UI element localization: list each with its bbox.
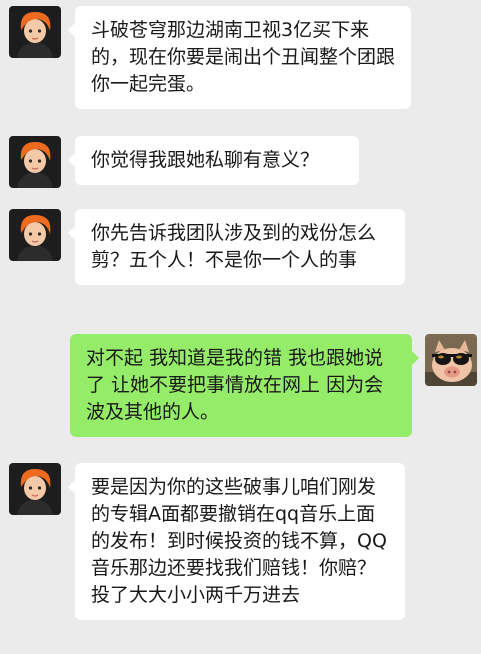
pig-with-sunglasses-avatar-icon[interactable] bbox=[425, 334, 477, 386]
orange-hair-girl-avatar-icon[interactable] bbox=[9, 463, 61, 515]
message-bubble-outgoing[interactable]: 对不起 我知道是我的错 我也跟她说了 让她不要把事情放在网上 因为会波及其他的人… bbox=[70, 334, 419, 437]
message-bubble-incoming[interactable]: 你先告诉我团队涉及到的戏份怎么剪？五个人！不是你一个人的事 bbox=[68, 209, 405, 285]
message-bubble-incoming[interactable]: 你觉得我跟她私聊有意义？ bbox=[68, 136, 359, 185]
orange-hair-girl-avatar-icon[interactable] bbox=[9, 136, 61, 188]
orange-hair-girl-avatar-icon[interactable] bbox=[9, 6, 61, 58]
message-bubble-incoming[interactable]: 要是因为你的这些破事儿咱们刚发的专辑A面都要撤销在qq音乐上面的发布！到时候投资… bbox=[68, 463, 405, 620]
message-bubble-incoming[interactable]: 斗破苍穹那边湖南卫视3亿买下来的，现在你要是闹出个丑闻整个团跟你一起完蛋。 bbox=[68, 6, 411, 109]
orange-hair-girl-avatar-icon[interactable] bbox=[9, 209, 61, 261]
